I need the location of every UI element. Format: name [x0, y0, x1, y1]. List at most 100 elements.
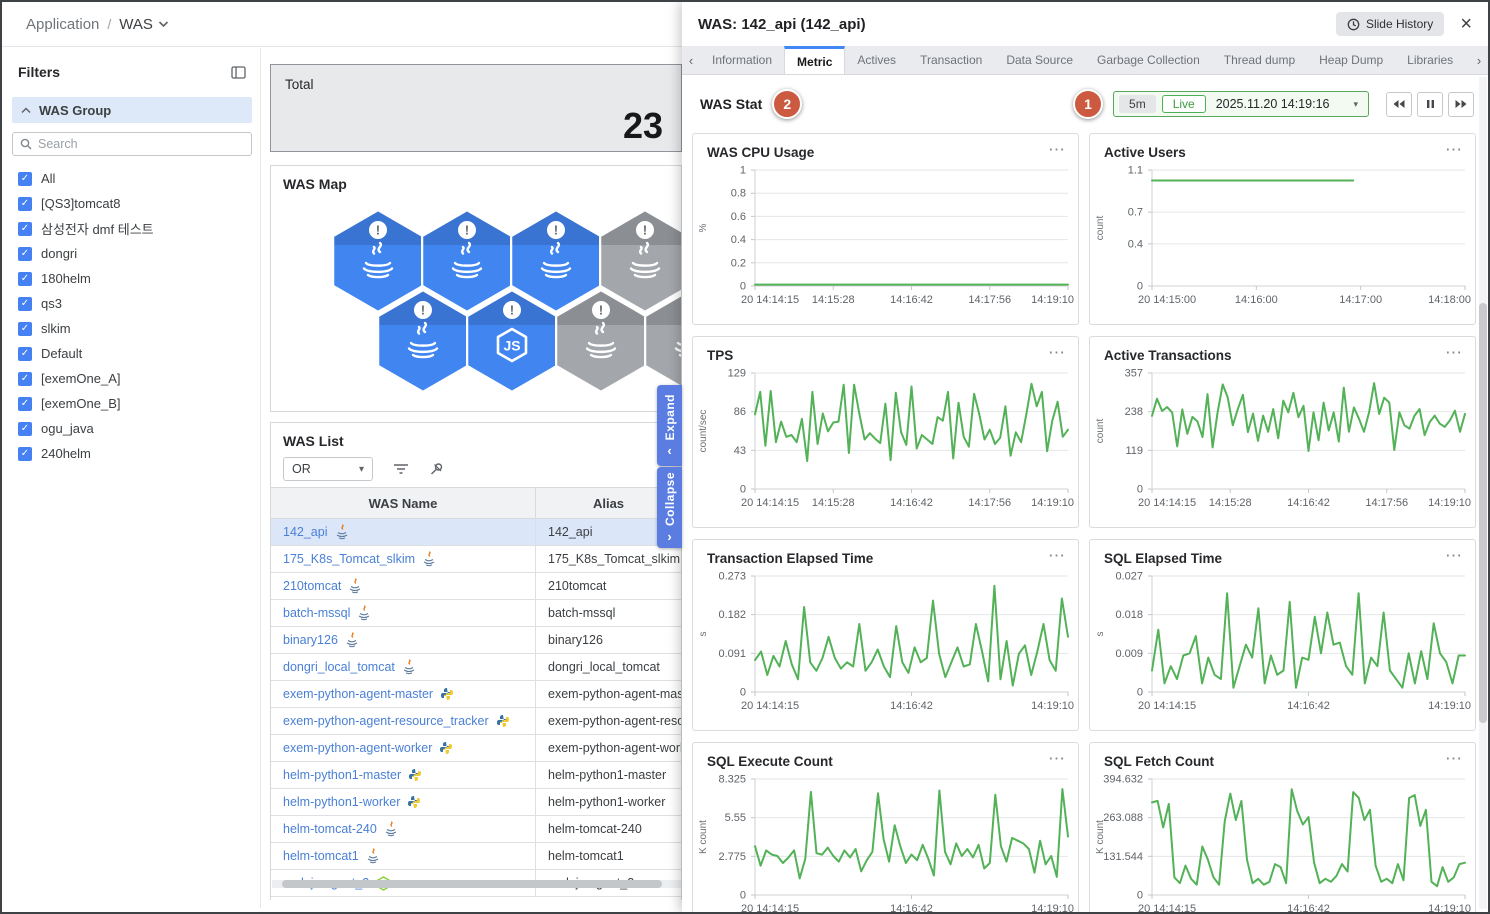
- filter-item-label: 180helm: [41, 271, 91, 286]
- filter-item[interactable]: ✓ qs3: [12, 291, 252, 316]
- filter-icon[interactable]: [393, 463, 409, 475]
- more-menu-icon[interactable]: ⋯: [1048, 546, 1066, 566]
- table-row[interactable]: batch-mssql batch-mssql: [271, 600, 681, 627]
- was-name-link[interactable]: dongri_local_tomcat: [283, 660, 395, 674]
- was-name-link[interactable]: exem-python-agent-worker: [283, 741, 432, 755]
- more-menu-icon[interactable]: ⋯: [1445, 140, 1463, 160]
- was-hexagon-java[interactable]: !: [643, 289, 681, 398]
- table-row[interactable]: dongri_local_tomcat dongri_local_tomcat: [271, 654, 681, 681]
- total-card[interactable]: Total 23: [270, 64, 682, 152]
- table-row[interactable]: binary126 binary126: [271, 627, 681, 654]
- more-menu-icon[interactable]: ⋯: [1445, 749, 1463, 769]
- was-name-link[interactable]: helm-tomcat1: [283, 849, 359, 863]
- table-row[interactable]: exem-python-agent-resource_tracker exem-p…: [271, 708, 681, 735]
- column-header-was-name[interactable]: WAS Name: [271, 488, 536, 518]
- table-row[interactable]: 175_K8s_Tomcat_slkim 175_K8s_Tomcat_slkim: [271, 546, 681, 573]
- filter-item[interactable]: ✓ [exemOne_B]: [12, 391, 252, 416]
- more-menu-icon[interactable]: ⋯: [1048, 140, 1066, 160]
- tabs-scroll-right-icon[interactable]: ›: [1470, 46, 1488, 74]
- table-row[interactable]: exem-python-agent-worker exem-python-agen…: [271, 735, 681, 762]
- datetime-value[interactable]: 2025.11.20 14:19:16: [1212, 97, 1334, 111]
- tab-information[interactable]: Information: [700, 46, 784, 74]
- expand-button[interactable]: Expand ‹: [657, 385, 682, 466]
- chevron-down-icon[interactable]: ▾: [1353, 99, 1358, 110]
- was-name-link[interactable]: helm-tomcat-240: [283, 822, 377, 836]
- pause-button[interactable]: [1417, 91, 1443, 117]
- table-row[interactable]: 142_api 142_api: [271, 519, 681, 546]
- table-row[interactable]: exem-python-agent-master exem-python-agen…: [271, 681, 681, 708]
- panel-collapse-icon[interactable]: [229, 64, 248, 81]
- was-group-accordion[interactable]: WAS Group: [12, 97, 252, 123]
- breadcrumb-current[interactable]: WAS: [119, 16, 153, 33]
- was-hexagon-nodejs[interactable]: ! JS: [465, 288, 559, 398]
- pin-icon[interactable]: [429, 462, 444, 477]
- operator-select[interactable]: OR ▾: [283, 457, 373, 481]
- chevron-down-icon[interactable]: [158, 20, 169, 28]
- scrollbar-thumb[interactable]: [1479, 303, 1487, 723]
- vertical-scrollbar[interactable]: [1479, 77, 1487, 909]
- was-name-link[interactable]: helm-python1-worker: [283, 795, 400, 809]
- table-row[interactable]: helm-tomcat-240 helm-tomcat-240: [271, 816, 681, 843]
- filter-item[interactable]: ✓ Default: [12, 341, 252, 366]
- was-hexagon-java[interactable]: !: [376, 288, 470, 398]
- tabs-scroll-left-icon[interactable]: ‹: [682, 46, 700, 74]
- range-5m-button[interactable]: 5m: [1119, 95, 1156, 113]
- checkbox-checked-icon[interactable]: ✓: [18, 346, 32, 361]
- tab-data-source[interactable]: Data Source: [994, 46, 1085, 74]
- slide-history-button[interactable]: Slide History: [1335, 12, 1445, 36]
- was-name-link[interactable]: 142_api: [283, 525, 328, 539]
- was-name-link[interactable]: helm-python1-master: [283, 768, 401, 782]
- tab-libraries[interactable]: Libraries: [1395, 46, 1465, 74]
- checkbox-checked-icon[interactable]: ✓: [18, 221, 32, 236]
- close-icon[interactable]: ×: [1460, 14, 1472, 34]
- tab-actives[interactable]: Actives: [845, 46, 908, 74]
- more-menu-icon[interactable]: ⋯: [1445, 343, 1463, 363]
- checkbox-checked-icon[interactable]: ✓: [18, 421, 32, 436]
- filter-item[interactable]: ✓ slkim: [12, 316, 252, 341]
- step-backward-button[interactable]: [1386, 91, 1412, 117]
- tab-transaction[interactable]: Transaction: [908, 46, 994, 74]
- tab-garbage-collection[interactable]: Garbage Collection: [1085, 46, 1212, 74]
- more-menu-icon[interactable]: ⋯: [1048, 749, 1066, 769]
- checkbox-checked-icon[interactable]: ✓: [18, 321, 32, 336]
- table-row[interactable]: helm-python1-master helm-python1-master: [271, 762, 681, 789]
- scrollbar-thumb[interactable]: [282, 880, 662, 888]
- table-row[interactable]: helm-tomcat1 helm-tomcat1: [271, 843, 681, 870]
- more-menu-icon[interactable]: ⋯: [1048, 343, 1066, 363]
- filter-item[interactable]: ✓ dongri: [12, 241, 252, 266]
- checkbox-checked-icon[interactable]: ✓: [18, 296, 32, 311]
- was-hexagon-java[interactable]: !: [554, 288, 648, 398]
- filter-item[interactable]: ✓ 180helm: [12, 266, 252, 291]
- search-input[interactable]: [38, 137, 244, 151]
- was-name-link[interactable]: 175_K8s_Tomcat_slkim: [283, 552, 415, 566]
- filter-item[interactable]: ✓ 삼성전자 dmf 테스트: [12, 216, 252, 241]
- was-name-link[interactable]: exem-python-agent-resource_tracker: [283, 714, 489, 728]
- tab-heap-dump[interactable]: Heap Dump: [1307, 46, 1395, 74]
- checkbox-checked-icon[interactable]: ✓: [18, 371, 32, 386]
- checkbox-checked-icon[interactable]: ✓: [18, 446, 32, 461]
- breadcrumb-section[interactable]: Application: [26, 16, 99, 33]
- tab-metric[interactable]: Metric: [784, 46, 846, 74]
- was-name-link[interactable]: batch-mssql: [283, 606, 350, 620]
- was-name-link[interactable]: exem-python-agent-master: [283, 687, 433, 701]
- filter-item[interactable]: ✓ All: [12, 166, 252, 191]
- more-menu-icon[interactable]: ⋯: [1445, 546, 1463, 566]
- checkbox-checked-icon[interactable]: ✓: [18, 196, 32, 211]
- checkbox-checked-icon[interactable]: ✓: [18, 171, 32, 186]
- table-row[interactable]: 210tomcat 210tomcat: [271, 573, 681, 600]
- tab-thread-dump[interactable]: Thread dump: [1212, 46, 1307, 74]
- filter-item[interactable]: ✓ [QS3]tomcat8: [12, 191, 252, 216]
- step-forward-button[interactable]: [1448, 91, 1474, 117]
- table-row[interactable]: helm-python1-worker helm-python1-worker: [271, 789, 681, 816]
- checkbox-checked-icon[interactable]: ✓: [18, 396, 32, 411]
- checkbox-checked-icon[interactable]: ✓: [18, 271, 32, 286]
- live-button[interactable]: Live: [1161, 95, 1206, 113]
- filter-item[interactable]: ✓ [exemOne_A]: [12, 366, 252, 391]
- filter-item[interactable]: ✓ ogu_java: [12, 416, 252, 441]
- was-name-link[interactable]: 210tomcat: [283, 579, 341, 593]
- horizontal-scrollbar[interactable]: [272, 880, 681, 888]
- collapse-button[interactable]: Collapse ›: [657, 467, 682, 548]
- checkbox-checked-icon[interactable]: ✓: [18, 246, 32, 261]
- was-name-link[interactable]: binary126: [283, 633, 338, 647]
- filter-item[interactable]: ✓ 240helm: [12, 441, 252, 466]
